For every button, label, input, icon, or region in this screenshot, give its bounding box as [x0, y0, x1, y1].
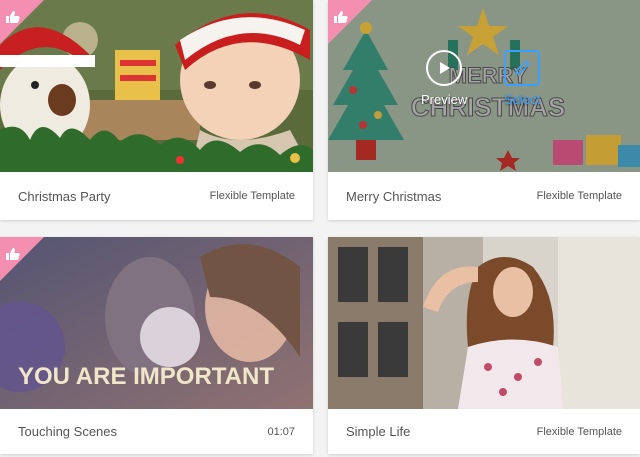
thumbnail-christmas-party[interactable] [0, 0, 313, 172]
template-card-christmas-party[interactable]: Christmas Party Flexible Template [0, 0, 313, 220]
thumbnail-simple-life[interactable] [328, 237, 640, 409]
template-card-touching-scenes[interactable]: YOU ARE IMPORTANT Touching Scenes 01:07 [0, 237, 313, 454]
thumbs-up-icon[interactable] [0, 237, 44, 281]
card-caption: Touching Scenes 01:07 [0, 409, 313, 454]
preview-label: Preview [421, 92, 468, 107]
card-caption: Merry Christmas Flexible Template [328, 172, 640, 220]
card-type-label: Flexible Template [536, 190, 622, 202]
template-card-simple-life[interactable]: Simple Life Flexible Template [328, 237, 640, 454]
card-title: Touching Scenes [18, 424, 118, 439]
art-text-important: YOU ARE IMPORTANT [18, 363, 274, 390]
card-title: Simple Life [346, 424, 411, 439]
card-caption: Simple Life Flexible Template [328, 409, 640, 454]
card-type-label: Flexible Template [536, 425, 622, 438]
thumbnail-touching-scenes[interactable]: YOU ARE IMPORTANT [0, 237, 313, 409]
card-type-label: Flexible Template [209, 190, 295, 202]
thumbs-up-icon[interactable] [328, 0, 372, 44]
card-title: Merry Christmas [346, 188, 442, 204]
play-icon [426, 50, 463, 86]
edit-icon [504, 50, 541, 86]
preview-button[interactable]: Preview [421, 50, 467, 107]
card-caption: Christmas Party Flexible Template [0, 172, 313, 220]
hover-actions: Preview Select [328, 0, 640, 172]
card-title: Christmas Party [18, 188, 111, 204]
select-label: Select [504, 92, 541, 107]
thumbs-up-icon[interactable] [0, 0, 44, 44]
select-button[interactable]: Select [504, 50, 540, 107]
card-duration: 01:07 [267, 425, 295, 438]
template-card-merry-christmas[interactable]: MERRY CHRISTMAS Preview Select Merry Chr… [328, 0, 640, 220]
